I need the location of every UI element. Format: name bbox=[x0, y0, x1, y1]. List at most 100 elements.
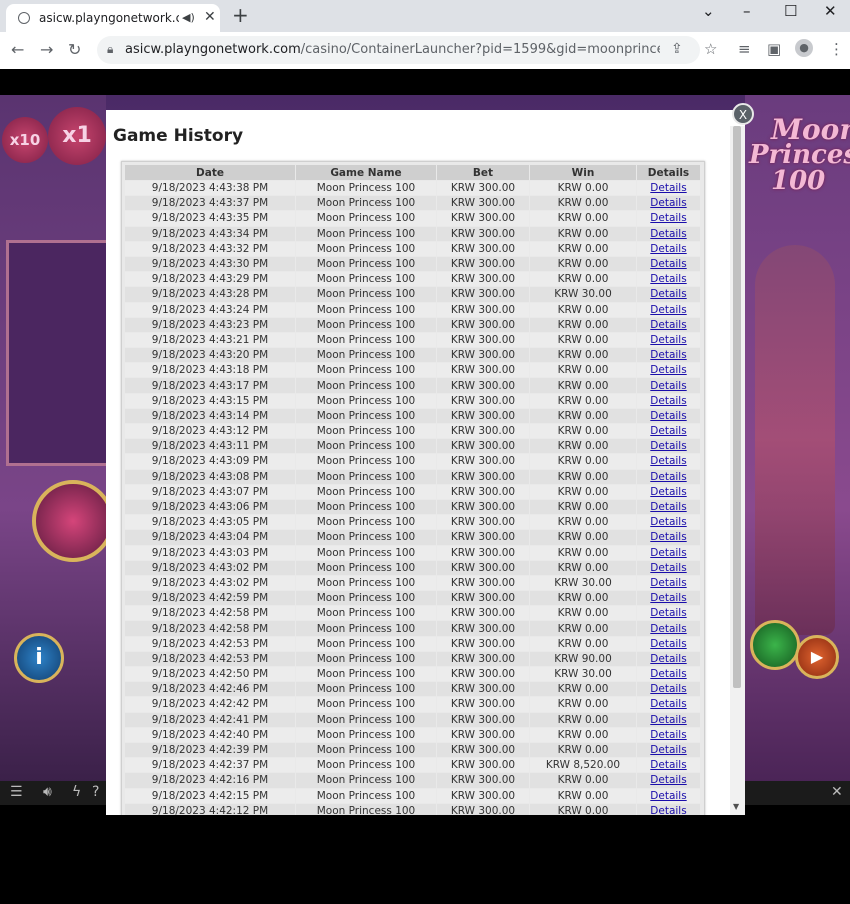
forward-icon[interactable]: → bbox=[40, 40, 53, 59]
back-icon[interactable]: ← bbox=[11, 40, 24, 59]
details-link[interactable]: Details bbox=[650, 273, 686, 285]
details-link[interactable]: Details bbox=[650, 638, 686, 650]
details-link[interactable]: Details bbox=[650, 592, 686, 604]
side-panel-icon[interactable]: ▣ bbox=[767, 40, 781, 58]
details-link[interactable]: Details bbox=[650, 455, 686, 467]
table-row: 9/18/2023 4:42:53 PM Moon Princess 100 KRW… bbox=[125, 636, 700, 651]
details-link[interactable]: Details bbox=[650, 380, 686, 392]
details-link[interactable]: Details bbox=[650, 228, 686, 240]
details-link[interactable]: Details bbox=[650, 683, 686, 695]
info-button[interactable]: i bbox=[14, 633, 64, 683]
details-link[interactable]: Details bbox=[650, 319, 686, 331]
details-link[interactable]: Details bbox=[650, 197, 686, 209]
close-window-button[interactable]: ✕ bbox=[824, 2, 837, 20]
cell-game-name: Moon Princess 100 bbox=[296, 439, 436, 454]
cell-win: KRW 0.00 bbox=[530, 378, 636, 393]
turbo-icon[interactable]: ϟ bbox=[72, 784, 81, 800]
url-text[interactable]: asicw.playngonetwork.com/casino/Containe… bbox=[125, 42, 660, 57]
details-link[interactable]: Details bbox=[650, 364, 686, 376]
details-link[interactable]: Details bbox=[650, 623, 686, 635]
details-link[interactable]: Details bbox=[650, 410, 686, 422]
cell-bet: KRW 300.00 bbox=[437, 302, 529, 317]
share-icon[interactable]: ⇪ bbox=[671, 41, 683, 57]
new-tab-button[interactable]: + bbox=[232, 3, 249, 27]
maximize-button[interactable]: ☐ bbox=[784, 2, 797, 20]
details-link[interactable]: Details bbox=[650, 714, 686, 726]
audio-playing-icon[interactable]: ◀︎) bbox=[182, 11, 195, 24]
lock-icon[interactable]: 🔒︎ bbox=[107, 42, 113, 57]
cell-details: Details bbox=[637, 332, 700, 348]
cell-details: Details bbox=[637, 302, 700, 317]
bookmark-star-icon[interactable]: ☆ bbox=[704, 40, 717, 58]
details-link[interactable]: Details bbox=[650, 759, 686, 771]
details-link[interactable]: Details bbox=[650, 349, 686, 361]
dialog-scrollbar[interactable]: ▼ bbox=[730, 126, 745, 815]
cell-win: KRW 0.00 bbox=[530, 332, 636, 348]
cell-game-name: Moon Princess 100 bbox=[296, 682, 436, 697]
details-link[interactable]: Details bbox=[650, 805, 686, 815]
details-link[interactable]: Details bbox=[650, 425, 686, 437]
cell-details: Details bbox=[637, 636, 700, 651]
details-link[interactable]: Details bbox=[650, 395, 686, 407]
autoplay-button[interactable]: ▶ bbox=[795, 635, 839, 679]
cell-bet: KRW 300.00 bbox=[437, 575, 529, 591]
help-icon[interactable]: ? bbox=[92, 784, 99, 800]
details-link[interactable]: Details bbox=[650, 744, 686, 756]
table-row: 9/18/2023 4:42:46 PM Moon Princess 100 KRW… bbox=[125, 682, 700, 697]
cell-win: KRW 0.00 bbox=[530, 773, 636, 788]
game-close-icon[interactable]: ✕ bbox=[831, 784, 843, 800]
cell-date: 9/18/2023 4:43:38 PM bbox=[125, 181, 295, 196]
details-link[interactable]: Details bbox=[650, 729, 686, 741]
details-link[interactable]: Details bbox=[650, 653, 686, 665]
tab-search-icon[interactable]: ⌄ bbox=[702, 2, 715, 20]
spin-button[interactable] bbox=[750, 620, 800, 670]
cell-details: Details bbox=[637, 697, 700, 712]
details-link[interactable]: Details bbox=[650, 531, 686, 543]
reload-icon[interactable]: ↻ bbox=[68, 40, 81, 59]
details-link[interactable]: Details bbox=[650, 243, 686, 255]
details-link[interactable]: Details bbox=[650, 698, 686, 710]
tab-close-icon[interactable]: ✕ bbox=[204, 9, 216, 25]
details-link[interactable]: Details bbox=[650, 577, 686, 589]
table-row: 9/18/2023 4:43:09 PM Moon Princess 100 KRW… bbox=[125, 454, 700, 469]
cell-date: 9/18/2023 4:43:03 PM bbox=[125, 545, 295, 560]
details-link[interactable]: Details bbox=[650, 668, 686, 680]
details-link[interactable]: Details bbox=[650, 334, 686, 346]
details-link[interactable]: Details bbox=[650, 607, 686, 619]
cell-details: Details bbox=[637, 196, 700, 211]
dialog-close-button[interactable]: X bbox=[732, 103, 754, 125]
reading-list-icon[interactable]: ≡ bbox=[738, 40, 751, 58]
details-link[interactable]: Details bbox=[650, 790, 686, 802]
cell-details: Details bbox=[637, 560, 700, 575]
details-link[interactable]: Details bbox=[650, 547, 686, 559]
cell-bet: KRW 300.00 bbox=[437, 408, 529, 423]
details-link[interactable]: Details bbox=[650, 471, 686, 483]
hamburger-menu-icon[interactable]: ☰ bbox=[10, 784, 23, 800]
cell-details: Details bbox=[637, 499, 700, 515]
details-link[interactable]: Details bbox=[650, 486, 686, 498]
cell-game-name: Moon Princess 100 bbox=[296, 196, 436, 211]
cell-game-name: Moon Princess 100 bbox=[296, 803, 436, 815]
details-link[interactable]: Details bbox=[650, 440, 686, 452]
details-link[interactable]: Details bbox=[650, 501, 686, 513]
minimize-button[interactable]: – bbox=[743, 2, 751, 20]
details-link[interactable]: Details bbox=[650, 774, 686, 786]
cell-win: KRW 0.00 bbox=[530, 211, 636, 226]
details-link[interactable]: Details bbox=[650, 562, 686, 574]
details-link[interactable]: Details bbox=[650, 516, 686, 528]
multiplier-x1: x1 bbox=[48, 107, 106, 165]
scrollbar-thumb[interactable] bbox=[733, 126, 741, 688]
browser-tab[interactable]: asicw.playngonetwork.com/ ◀︎) ✕ bbox=[6, 4, 220, 32]
details-link[interactable]: Details bbox=[650, 288, 686, 300]
column-header-win: Win bbox=[530, 165, 636, 180]
scroll-down-arrow-icon[interactable]: ▼ bbox=[733, 802, 739, 811]
details-link[interactable]: Details bbox=[650, 304, 686, 316]
details-link[interactable]: Details bbox=[650, 182, 686, 194]
menu-kebab-icon[interactable]: ⋮ bbox=[829, 40, 844, 58]
column-header-details: Details bbox=[637, 165, 700, 180]
details-link[interactable]: Details bbox=[650, 258, 686, 270]
profile-avatar-icon[interactable]: ● bbox=[795, 39, 813, 57]
sound-icon[interactable]: 🔊︎ bbox=[43, 784, 52, 800]
address-bar[interactable]: 🔒︎ asicw.playngonetwork.com/casino/Conta… bbox=[97, 36, 700, 64]
details-link[interactable]: Details bbox=[650, 212, 686, 224]
